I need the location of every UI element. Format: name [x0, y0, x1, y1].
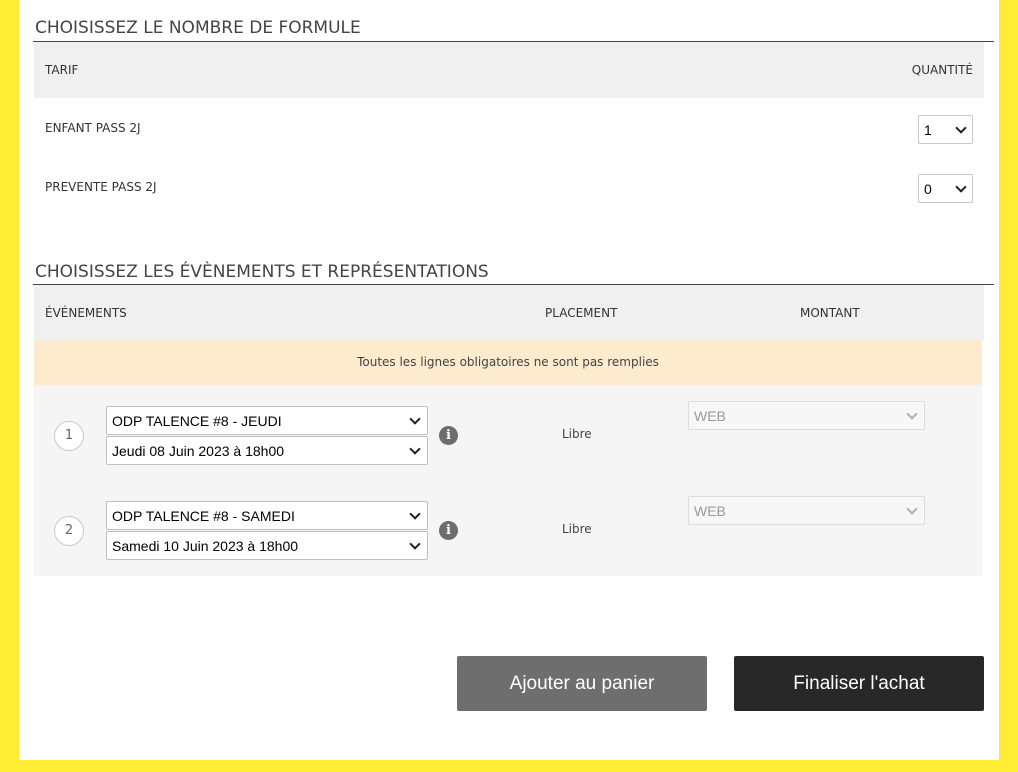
quantity-value: 0	[924, 181, 932, 197]
tarif-label: PREVENTE PASS 2J	[45, 180, 157, 194]
add-to-cart-button[interactable]: Ajouter au panier	[457, 656, 707, 711]
chevron-down-icon	[955, 122, 967, 134]
montant-select-value: WEB	[694, 503, 726, 519]
formules-table-header: TARIF QUANTITÉ	[34, 42, 984, 98]
chevron-down-icon	[409, 508, 421, 520]
events-table-body: 1 ODP TALENCE #8 - JEUDI Jeudi 08 Juin 2…	[34, 385, 982, 576]
tarif-row: PREVENTE PASS 2J 0	[34, 158, 984, 217]
performance-select-value: Samedi 10 Juin 2023 à 18h00	[112, 538, 299, 554]
section-title-evenements: Choisissez les évènements et représentat…	[35, 262, 489, 282]
chevron-down-icon	[955, 181, 967, 193]
tarif-label: ENFANT PASS 2J	[45, 121, 141, 135]
chevron-down-icon	[906, 408, 918, 420]
performance-select[interactable]: Jeudi 08 Juin 2023 à 18h00	[106, 436, 428, 465]
chevron-down-icon	[409, 538, 421, 550]
montant-select[interactable]: WEB	[688, 401, 925, 430]
quantity-value: 1	[924, 122, 932, 138]
montant-select-value: WEB	[694, 408, 726, 424]
event-row: 1 ODP TALENCE #8 - JEUDI Jeudi 08 Juin 2…	[34, 385, 982, 480]
required-fields-alert: Toutes les lignes obligatoires ne sont p…	[34, 340, 982, 385]
column-header-quantite: QUANTITÉ	[911, 63, 973, 77]
event-row: 2 ODP TALENCE #8 - SAMEDI Samedi 10 Juin…	[34, 480, 982, 575]
column-header-placement: PLACEMENT	[545, 306, 618, 320]
row-number-badge: 1	[54, 421, 84, 451]
chevron-down-icon	[906, 503, 918, 515]
placement-value: Libre	[562, 427, 592, 441]
montant-select[interactable]: WEB	[688, 496, 925, 525]
event-select[interactable]: ODP TALENCE #8 - SAMEDI	[106, 501, 428, 530]
quantity-select[interactable]: 1	[918, 115, 973, 144]
row-number-badge: 2	[54, 516, 84, 546]
page-container: Choisissez le nombre de formule TARIF QU…	[19, 0, 999, 760]
performance-select-value: Jeudi 08 Juin 2023 à 18h00	[112, 443, 285, 459]
tarif-row: ENFANT PASS 2J 1	[34, 99, 984, 158]
performance-select[interactable]: Samedi 10 Juin 2023 à 18h00	[106, 531, 428, 560]
checkout-button[interactable]: Finaliser l'achat	[734, 656, 984, 711]
info-icon[interactable]: i	[439, 521, 458, 540]
quantity-select[interactable]: 0	[918, 174, 973, 203]
column-header-evenements: ÉVÉNEMENTS	[45, 306, 127, 320]
column-header-tarif: TARIF	[45, 63, 79, 77]
placement-value: Libre	[562, 522, 592, 536]
chevron-down-icon	[409, 443, 421, 455]
info-icon[interactable]: i	[439, 426, 458, 445]
evenements-table-header: ÉVÉNEMENTS PLACEMENT MONTANT	[34, 285, 984, 341]
event-select[interactable]: ODP TALENCE #8 - JEUDI	[106, 406, 428, 435]
section-title-formules: Choisissez le nombre de formule	[35, 18, 361, 38]
column-header-montant: MONTANT	[800, 306, 860, 320]
chevron-down-icon	[409, 413, 421, 425]
event-select-value: ODP TALENCE #8 - JEUDI	[112, 413, 282, 429]
event-select-value: ODP TALENCE #8 - SAMEDI	[112, 508, 295, 524]
